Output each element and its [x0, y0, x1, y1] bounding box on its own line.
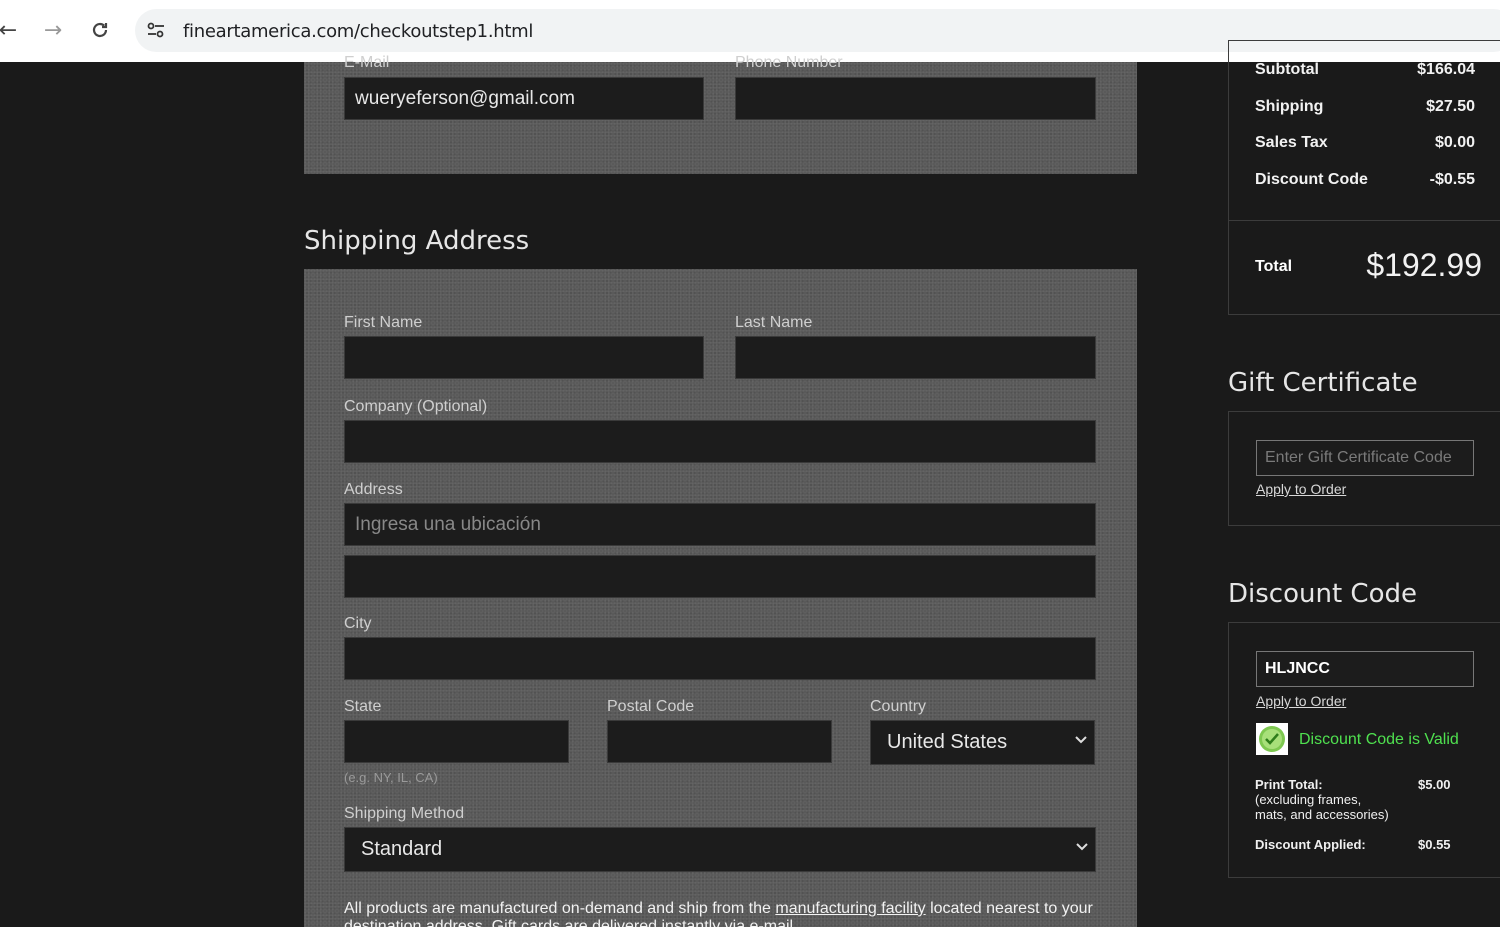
back-arrow-icon[interactable]: ← [0, 14, 24, 46]
gift-certificate-placeholder: Enter Gift Certificate Code [1265, 449, 1452, 466]
summary-value: $166.04 [1417, 61, 1475, 78]
city-label: City [344, 615, 372, 632]
summary-row-subtotal: Subtotal $166.04 [1255, 61, 1475, 79]
phone-field[interactable] [735, 77, 1096, 120]
email-label: E-Mail [344, 54, 390, 71]
discount-code-heading: Discount Code [1228, 579, 1417, 609]
discount-applied-value: $0.55 [1418, 837, 1451, 852]
manufacturing-facility-link[interactable]: manufacturing facility [775, 900, 925, 917]
print-total-block: Print Total: (excluding frames, mats, an… [1255, 777, 1389, 822]
first-name-field[interactable] [344, 336, 704, 379]
total-label: Total [1255, 258, 1293, 275]
summary-value: -$0.55 [1429, 171, 1475, 188]
reload-icon[interactable] [84, 14, 116, 46]
discount-apply-link[interactable]: Apply to Order [1256, 693, 1346, 709]
url-text: fineartamerica.com/checkoutstep1.html [183, 21, 534, 42]
postal-code-field[interactable] [607, 720, 832, 763]
company-field[interactable] [344, 420, 1096, 463]
country-select[interactable]: United States [870, 720, 1095, 765]
state-hint: (e.g. NY, IL, CA) [344, 770, 438, 785]
summary-label: Sales Tax [1255, 134, 1328, 151]
summary-value: $0.00 [1434, 134, 1475, 151]
total-value: $192.99 [1366, 247, 1482, 283]
discount-valid-message: Discount Code is Valid [1299, 731, 1459, 748]
summary-row-discount: Discount Code -$0.55 [1255, 171, 1475, 189]
summary-row-sales-tax: Sales Tax $0.00 [1255, 134, 1475, 152]
address-label: Address [344, 481, 403, 498]
phone-label: Phone Number [735, 54, 843, 71]
country-value: United States [887, 731, 1008, 753]
gift-certificate-heading: Gift Certificate [1228, 368, 1418, 398]
gift-apply-link[interactable]: Apply to Order [1256, 481, 1346, 497]
summary-value: $27.50 [1426, 98, 1475, 115]
chevron-down-icon [1076, 843, 1088, 851]
shipping-method-label: Shipping Method [344, 805, 465, 822]
state-field[interactable] [344, 720, 569, 763]
shipping-address-heading: Shipping Address [304, 226, 530, 256]
print-total-note-1: (excluding frames, [1255, 792, 1362, 807]
print-total-label: Print Total: [1255, 777, 1323, 792]
order-summary-box: Subtotal $166.04 Shipping $27.50 Sales T… [1228, 40, 1500, 315]
valid-check-icon [1256, 723, 1288, 755]
shipping-method-select[interactable]: Standard [344, 827, 1096, 872]
country-label: Country [870, 698, 927, 715]
summary-label: Subtotal [1255, 61, 1319, 78]
shipping-footnote: All products are manufactured on-demand … [344, 900, 1104, 927]
last-name-field[interactable] [735, 336, 1096, 379]
print-total-value: $5.00 [1418, 777, 1451, 792]
company-label: Company (Optional) [344, 398, 488, 415]
summary-label: Shipping [1255, 98, 1324, 115]
email-field[interactable]: wueryeferson@gmail.com [344, 77, 704, 120]
last-name-label: Last Name [735, 314, 813, 331]
summary-label: Discount Code [1255, 171, 1368, 188]
address-line2-field[interactable] [344, 555, 1096, 598]
chevron-down-icon [1075, 736, 1087, 744]
shipping-panel: First Name Last Name Company (Optional) … [304, 269, 1137, 927]
site-settings-icon[interactable] [145, 19, 167, 41]
gift-certificate-box: Enter Gift Certificate Code Apply to Ord… [1228, 411, 1500, 526]
state-label: State [344, 698, 382, 715]
summary-divider [1229, 220, 1500, 221]
city-field[interactable] [344, 637, 1096, 680]
address-placeholder: Ingresa una ubicación [355, 514, 541, 535]
forward-arrow-icon[interactable]: → [37, 14, 69, 46]
gift-certificate-input[interactable]: Enter Gift Certificate Code [1256, 440, 1474, 476]
shipping-method-value: Standard [361, 838, 443, 860]
discount-code-input[interactable]: HLJNCC [1256, 651, 1474, 687]
footnote-text-1: All products are manufactured on-demand … [344, 900, 776, 917]
summary-row-shipping: Shipping $27.50 [1255, 98, 1475, 116]
first-name-label: First Name [344, 314, 423, 331]
address-line1-field[interactable]: Ingresa una ubicación [344, 503, 1096, 546]
print-total-note-2: mats, and accessories) [1255, 807, 1389, 822]
postal-code-label: Postal Code [607, 698, 695, 715]
contact-panel: E-Mail Phone Number wueryeferson@gmail.c… [304, 54, 1137, 174]
discount-code-box: HLJNCC Apply to Order Print Total: (excl… [1228, 622, 1500, 878]
discount-applied-label: Discount Applied: [1255, 837, 1366, 852]
